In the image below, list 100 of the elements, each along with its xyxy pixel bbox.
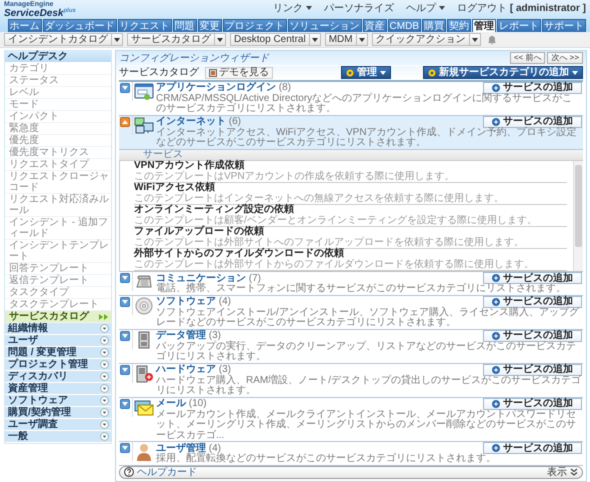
header-link[interactable]: リンク <box>272 2 312 14</box>
toggle-button[interactable] <box>120 398 130 409</box>
add-service-button[interactable]: サービスの追加 <box>483 442 582 454</box>
service-title[interactable]: 外部サイトからのファイルダウンロードの依頼 <box>134 249 567 260</box>
nav-tab[interactable]: ソリューション <box>288 19 362 32</box>
sidebar-item[interactable]: 緊急度 <box>5 123 111 135</box>
add-service-button[interactable]: サービスの追加 <box>483 398 582 410</box>
category-title[interactable]: ユーザ管理 (4) <box>156 442 222 454</box>
demo-button[interactable]: デモを見る <box>205 66 273 79</box>
category-title[interactable]: ハードウェア (3) <box>156 364 232 376</box>
nav-tab[interactable]: レポート <box>497 19 541 32</box>
caret-icon <box>122 120 128 124</box>
header-link[interactable]: ログアウト [ administrator ] <box>456 2 586 14</box>
next-button[interactable]: 次へ >> <box>547 52 583 64</box>
service-title[interactable]: ファイルアップロードの依頼 <box>134 227 567 238</box>
sidebar-item[interactable]: レベル <box>5 87 111 99</box>
sidebar-item[interactable]: インシデント - 追加フィールド <box>5 217 111 240</box>
sidebar-item[interactable]: リクエストクロージャコード <box>5 171 111 194</box>
toggle-button[interactable] <box>120 116 130 127</box>
dropdown-button[interactable]: インシデントカタログ <box>4 33 123 46</box>
sidebar-item[interactable]: 返信テンプレート <box>5 275 111 287</box>
add-service-button[interactable]: サービスの追加 <box>483 296 582 308</box>
add-category-button[interactable]: 新規サービスカテゴリの追加 <box>423 66 583 80</box>
caret-icon <box>472 38 478 42</box>
category-description: CRM/SAP/MSSQL/Active Directoryなどへのアプリケーションログインに関するサービスがこのサービスカテゴリにリストされます。 <box>156 94 574 115</box>
sidebar-section[interactable]: プロジェクト管理 <box>5 359 111 371</box>
sidebar-section[interactable]: 資産管理 <box>5 383 111 395</box>
category-title[interactable]: メール (10) <box>156 398 207 410</box>
add-service-button[interactable]: サービスの追加 <box>483 272 582 284</box>
toggle-button[interactable] <box>120 273 130 284</box>
sidebar-item[interactable]: 優先度 <box>5 135 111 147</box>
sidebar-section[interactable]: 購買/契約管理 <box>5 407 111 419</box>
nav-tab[interactable]: 資産 <box>362 19 387 32</box>
service-title[interactable]: オンラインミーティング設定の依頼 <box>134 205 567 216</box>
sidebar-section[interactable]: ヘルプデスク <box>5 51 111 63</box>
toggle-button[interactable] <box>120 82 130 93</box>
category-title[interactable]: アプリケーションログイン (8) <box>156 82 292 94</box>
service-title[interactable]: VPNアカウント作成依頼 <box>134 161 567 172</box>
sidebar-section[interactable]: ユーザ調査 <box>5 419 111 431</box>
toggle-button[interactable] <box>120 296 130 307</box>
dropdown-button[interactable]: クイックアクション <box>372 33 481 46</box>
nav-tab[interactable]: 購買 <box>422 19 446 32</box>
sidebar-item[interactable]: タスクタイプ <box>5 287 111 299</box>
nav-tab[interactable]: 変更 <box>198 19 222 32</box>
sidebar-item[interactable]: 回答テンプレート <box>5 263 111 275</box>
sidebar-section[interactable]: 一般 <box>5 431 111 443</box>
dropdown-button[interactable]: サービスカタログ <box>127 33 226 46</box>
bell-icon[interactable] <box>486 34 497 44</box>
add-service-button[interactable]: サービスの追加 <box>483 330 582 342</box>
sidebar-item[interactable]: インパクト <box>5 111 111 123</box>
header-link[interactable]: パーソナライズ <box>324 2 394 14</box>
nav-tab[interactable]: ダッシュボード <box>42 19 117 32</box>
header-link[interactable]: ヘルプ <box>406 2 445 14</box>
sidebar-item[interactable]: 優先度マトリクス <box>5 147 111 159</box>
sidebar-item[interactable]: リクエストタイプ <box>5 159 111 171</box>
scrollbar[interactable] <box>573 161 583 272</box>
sidebar-item[interactable]: モード <box>5 99 111 111</box>
sidebar-item[interactable]: リクエスト対応済みルール <box>5 194 111 217</box>
toggle-button[interactable] <box>120 443 130 454</box>
service-description: このテンプレートは外部サイトからのファイルダウンロードを依頼する際に使用します。 <box>134 260 535 270</box>
sidebar-item[interactable]: サービスカタログ <box>5 311 111 323</box>
sidebar-item[interactable]: タスクテンプレート <box>5 299 111 311</box>
category-title[interactable]: コミュニケーション (7) <box>156 272 262 284</box>
add-service-button[interactable]: サービスの追加 <box>483 82 582 94</box>
previous-button[interactable]: << 前へ <box>510 52 546 64</box>
add-service-button[interactable]: サービスの追加 <box>483 116 582 128</box>
category-description: インターネットアクセス、WiFiアクセス、VPNアカウント作成、ドメイン予約、プロキシ設定などのサービスがこのサービスカテゴリにリストされます。 <box>156 128 578 149</box>
toggle-button[interactable] <box>120 364 130 375</box>
sidebar-section[interactable]: ディスカバリ <box>5 371 111 383</box>
nav-tab[interactable]: 契約 <box>447 19 471 32</box>
sidebar-item[interactable]: インシデントテンプレート <box>5 240 111 263</box>
nav-tab[interactable]: 問題 <box>172 19 197 32</box>
sidebar-section[interactable]: ユーザ <box>5 335 111 347</box>
nav-tab[interactable]: 管理 <box>472 19 496 32</box>
nav-tab[interactable]: サポート <box>542 19 586 32</box>
nav-tab[interactable]: リクエスト <box>118 19 172 32</box>
help-card-bar[interactable]: ヘルプカード 表示 <box>119 466 583 479</box>
sidebar-section[interactable]: 問題 / 変更管理 <box>5 347 111 359</box>
sidebar-item[interactable]: ステータス <box>5 75 111 87</box>
add-service-button[interactable]: サービスの追加 <box>483 364 582 376</box>
toggle-button[interactable] <box>120 330 130 341</box>
nav-tab[interactable]: CMDB <box>388 19 421 32</box>
browser-window-icon <box>134 82 154 101</box>
sidebar-section[interactable]: ソフトウェア <box>5 395 111 407</box>
caret-icon <box>380 70 386 75</box>
gear-icon <box>428 68 436 77</box>
manage-button[interactable]: 管理 <box>341 66 391 80</box>
category-title[interactable]: インターネット (6) <box>156 116 242 128</box>
expand-icon <box>100 384 109 393</box>
sidebar-item[interactable]: カテゴリ <box>5 63 111 75</box>
sidebar-section[interactable]: 組織情報 <box>5 323 111 335</box>
nav-tab[interactable]: ホーム <box>8 19 42 32</box>
category-title[interactable]: データ管理 (3) <box>156 330 222 342</box>
nav-tab[interactable]: プロジェクト <box>222 19 287 32</box>
category-title[interactable]: ソフトウェア (4) <box>156 296 232 308</box>
expand-icon <box>100 336 109 345</box>
dropdown-button[interactable]: Desktop Central <box>230 33 321 46</box>
service-title[interactable]: WiFiアクセス依頼 <box>134 183 567 194</box>
dropdown-button[interactable]: MDM <box>324 33 368 46</box>
plus-icon <box>492 366 500 374</box>
